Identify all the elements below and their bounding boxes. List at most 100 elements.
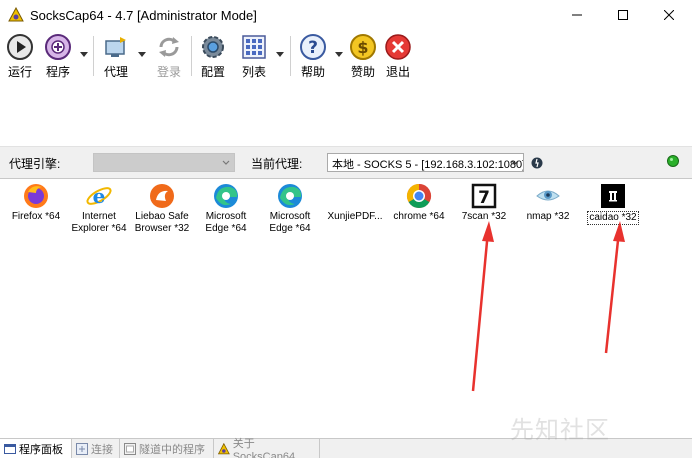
- login-label: 登录: [156, 65, 181, 79]
- toolbar-blank-area: [0, 82, 692, 146]
- watermark-text: 先知社区: [510, 417, 610, 444]
- config-label: 配置: [200, 65, 225, 79]
- donate-button[interactable]: $ 赞助: [346, 33, 380, 81]
- list-label: 列表: [241, 65, 266, 79]
- program-name: Microsoft Edge *64: [269, 211, 311, 234]
- tab-tunneled-programs[interactable]: 隧道中的程序: [120, 439, 214, 458]
- title-bar: SocksCap64 - 4.7 [Administrator Mode]: [0, 0, 692, 30]
- help-label: 帮助: [300, 65, 325, 79]
- liebao-browser-icon: [150, 184, 174, 208]
- toolbar: 运行 程序 代理 登录 配置 列表 ? 帮助 $ 赞助 退出: [0, 30, 692, 82]
- program-list: Firefox *64 e Internet Explorer *64 Lieb…: [0, 178, 692, 438]
- program-button[interactable]: 程序: [41, 33, 75, 81]
- config-button[interactable]: 配置: [196, 33, 230, 81]
- chevron-down-icon: [222, 160, 230, 165]
- close-button[interactable]: [646, 0, 692, 30]
- current-proxy-value: 本地 - SOCKS 5 - [192.168.3.102:1080]: [332, 159, 524, 171]
- 7scan-icon: 7: [471, 183, 497, 209]
- exit-button[interactable]: 退出: [381, 33, 415, 81]
- program-item-edge[interactable]: Microsoft Edge *64: [254, 179, 326, 235]
- program-item-firefox[interactable]: Firefox *64: [0, 179, 72, 223]
- svg-text:7: 7: [478, 188, 490, 208]
- tab-label: 连接: [91, 443, 113, 456]
- sockscap-app-icon: [218, 442, 230, 454]
- program-dropdown-icon[interactable]: [80, 52, 88, 58]
- caidao-icon: [601, 184, 625, 208]
- current-proxy-label: 当前代理:: [251, 157, 303, 171]
- connection-icon: [76, 442, 88, 455]
- login-button[interactable]: 登录: [152, 33, 186, 81]
- minimize-icon: [572, 14, 582, 16]
- proxy-dropdown-icon[interactable]: [138, 52, 146, 58]
- exit-icon: [385, 34, 411, 60]
- play-icon: [7, 34, 33, 60]
- internet-explorer-icon: e: [86, 184, 112, 208]
- tab-program-panel[interactable]: 程序面板: [0, 439, 72, 458]
- edge-icon: [278, 184, 302, 208]
- tunnel-window-icon: [124, 442, 136, 455]
- proxy-test-icon[interactable]: [531, 157, 543, 169]
- tab-label: 关于SocksCap64: [232, 437, 296, 458]
- maximize-icon: [618, 10, 628, 20]
- help-dropdown-icon[interactable]: [335, 52, 343, 58]
- exit-label: 退出: [385, 65, 410, 79]
- svg-text:?: ?: [308, 38, 318, 58]
- proxy-bar: 代理引擎: 当前代理: 本地 - SOCKS 5 - [192.168.3.10…: [0, 146, 692, 178]
- program-name: XunjiePDF...: [327, 211, 383, 222]
- edge-icon: [214, 184, 238, 208]
- run-label: 运行: [7, 65, 32, 79]
- svg-text:e: e: [93, 184, 106, 208]
- list-dropdown-icon[interactable]: [276, 52, 284, 58]
- tab-connections[interactable]: 连接: [72, 439, 120, 458]
- dollar-coin-icon: $: [350, 34, 376, 60]
- pdf-icon: [341, 182, 369, 210]
- sockscap-app-icon: [8, 7, 24, 22]
- program-item-internet-explorer[interactable]: e Internet Explorer *64: [63, 179, 135, 235]
- window-title: SocksCap64 - 4.7 [Administrator Mode]: [30, 7, 257, 23]
- current-proxy-select[interactable]: 本地 - SOCKS 5 - [192.168.3.102:1080]: [327, 153, 524, 172]
- toolbar-separator: [93, 36, 94, 76]
- status-indicator-icon: [667, 155, 679, 167]
- toolbar-separator: [191, 36, 192, 76]
- firefox-icon: [24, 184, 48, 208]
- annotation-arrow: [604, 221, 625, 354]
- program-item-edge[interactable]: Microsoft Edge *64: [190, 179, 262, 235]
- proxy-button[interactable]: 代理: [99, 33, 133, 81]
- program-name: Firefox *64: [11, 211, 61, 222]
- close-icon: [664, 10, 674, 20]
- chevron-down-icon: [511, 160, 519, 165]
- program-item-nmap[interactable]: nmap *32: [512, 179, 584, 223]
- program-name: Internet Explorer *64: [71, 211, 127, 234]
- program-name: Microsoft Edge *64: [205, 211, 247, 234]
- refresh-icon: [159, 37, 179, 57]
- list-button[interactable]: 列表: [237, 33, 271, 81]
- maximize-button[interactable]: [600, 0, 646, 30]
- add-program-icon: [45, 34, 71, 60]
- toolbar-separator: [290, 36, 291, 76]
- program-name: chrome *64: [393, 211, 445, 222]
- gear-icon: [202, 36, 224, 58]
- annotation-arrow: [471, 221, 494, 392]
- program-name: nmap *32: [526, 211, 570, 222]
- proxy-icon: [105, 37, 126, 57]
- svg-text:$: $: [357, 38, 368, 57]
- proxy-label: 代理: [103, 65, 128, 79]
- program-item-liebao[interactable]: Liebao Safe Browser *32: [126, 179, 198, 235]
- proxy-engine-label: 代理引擎:: [9, 157, 61, 171]
- grid-list-icon: [242, 35, 266, 59]
- tab-about[interactable]: 关于SocksCap64: [214, 438, 320, 458]
- panel-icon: [4, 443, 16, 454]
- program-item-xunjiepdf[interactable]: XunjiePDF...: [319, 179, 391, 223]
- program-name: Liebao Safe Browser *32: [134, 211, 190, 234]
- minimize-button[interactable]: [554, 0, 600, 30]
- donate-label: 赞助: [350, 65, 375, 79]
- tab-label: 程序面板: [19, 443, 63, 456]
- chrome-icon: [406, 184, 432, 209]
- help-icon: ?: [300, 34, 326, 60]
- tab-label: 隧道中的程序: [139, 443, 205, 456]
- run-button[interactable]: 运行: [3, 33, 37, 81]
- proxy-engine-select[interactable]: [93, 153, 235, 172]
- help-button[interactable]: ? 帮助: [296, 33, 330, 81]
- program-label: 程序: [45, 65, 70, 79]
- nmap-eye-icon: [536, 190, 560, 201]
